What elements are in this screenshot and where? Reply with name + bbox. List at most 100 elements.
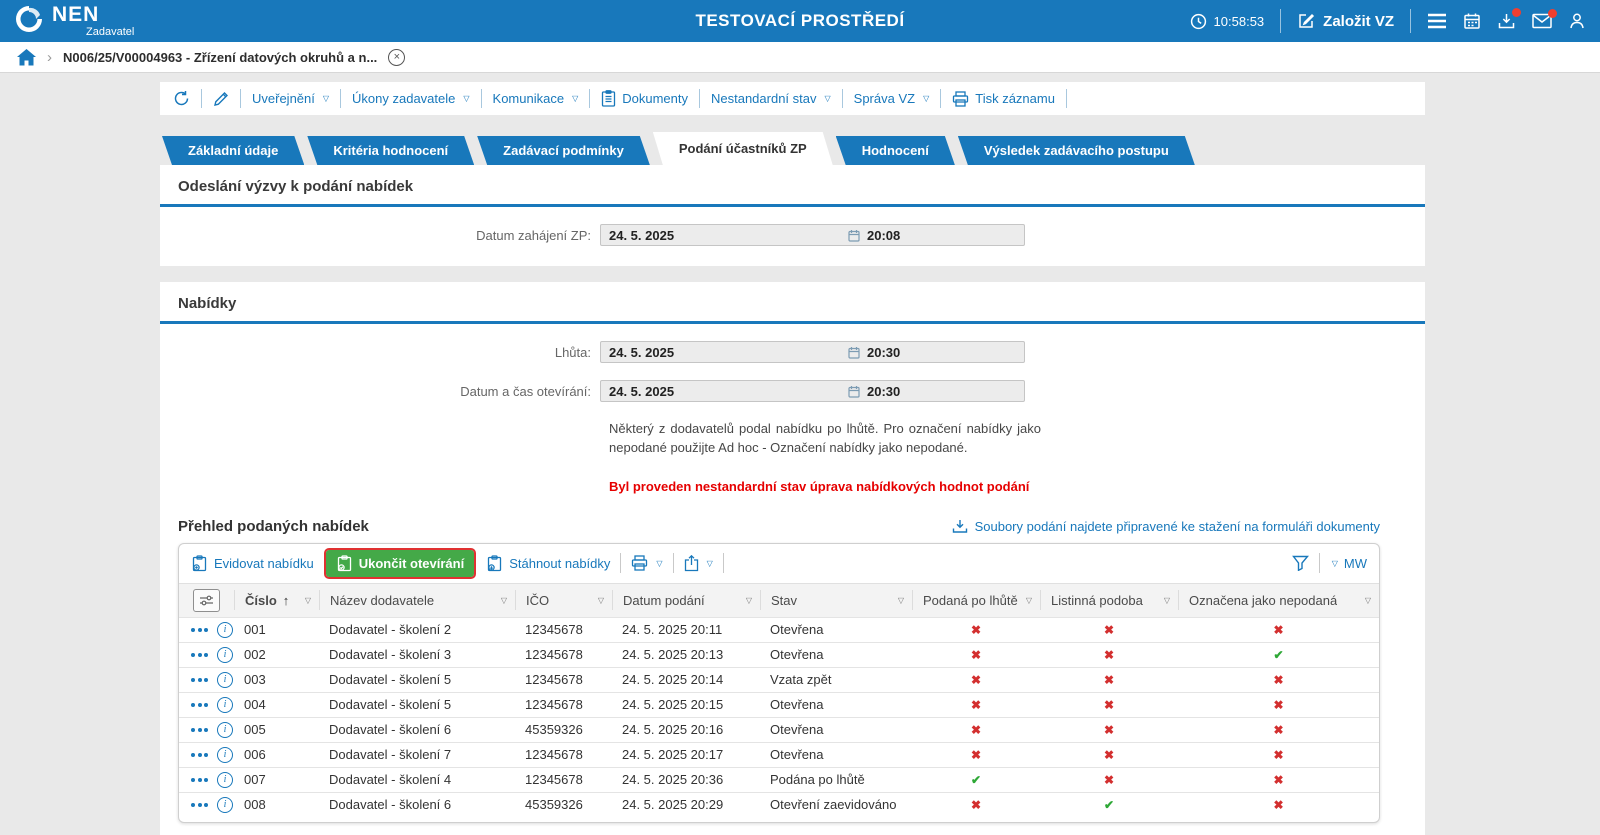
evidovat-nabidku-button[interactable]: Evidovat nabídku <box>191 555 314 572</box>
table-row[interactable]: i 005 Dodavatel - školení 6 45359326 24.… <box>179 716 1379 742</box>
brand-name: NEN <box>52 3 100 26</box>
table-row[interactable]: i 004 Dodavatel - školení 5 12345678 24.… <box>179 691 1379 717</box>
chevron-down-icon: ▽ <box>572 94 579 103</box>
header-nazev-dodavatele[interactable]: Název dodavatele ▽ <box>319 590 515 611</box>
print-table-button[interactable]: ▽ <box>631 555 663 571</box>
print-record-button[interactable]: Tisk záznamu <box>952 90 1055 107</box>
header-cislo[interactable]: Číslo ↑ ▽ <box>234 590 319 611</box>
tab-zakladni-udaje[interactable]: Základní údaje <box>162 136 304 165</box>
cell-listinna-podoba-mark: ✖ <box>1103 672 1115 687</box>
datum-oteviranni-input[interactable]: 24. 5. 2025 20:30 <box>600 380 1025 402</box>
header-ico[interactable]: IČO ▽ <box>515 590 612 611</box>
section-title: Odeslání výzvy k podání nabídek <box>160 165 1425 207</box>
info-icon[interactable]: i <box>217 671 233 688</box>
menu-ukony-zadavatele[interactable]: Úkony zadavatele ▽ <box>352 91 470 106</box>
info-icon[interactable]: i <box>217 696 233 713</box>
column-settings-icon[interactable] <box>193 588 220 612</box>
datum-zahajeni-input[interactable]: 24. 5. 2025 20:08 <box>600 224 1025 246</box>
filter-caret-icon[interactable]: ▽ <box>1365 596 1371 605</box>
tab-kriteria-hodnoceni[interactable]: Kritéria hodnocení <box>307 136 474 165</box>
cell-stav: Otevření zaevidováno <box>770 797 897 813</box>
cell-stav: Vzata zpět <box>770 672 832 688</box>
edit-pencil-button[interactable] <box>213 91 229 107</box>
nen-logo[interactable]: NEN Zadavatel <box>14 4 134 38</box>
info-icon[interactable]: i <box>217 721 233 738</box>
menu-dokumenty[interactable]: Dokumenty <box>601 90 688 107</box>
table-row[interactable]: i 003 Dodavatel - školení 5 12345678 24.… <box>179 666 1379 692</box>
info-icon[interactable]: i <box>217 771 233 788</box>
tab-zadavaci-podminky[interactable]: Zadávací podmínky <box>477 136 650 165</box>
menu-nestandardni-stav[interactable]: Nestandardní stav ▽ <box>711 91 831 106</box>
filter-caret-icon[interactable]: ▽ <box>305 596 311 605</box>
cell-podana-po-lhute-mark: ✖ <box>970 797 982 812</box>
filter-caret-icon[interactable]: ▽ <box>598 596 604 605</box>
row-actions-icon[interactable] <box>191 627 208 632</box>
table-row[interactable]: i 006 Dodavatel - školení 7 12345678 24.… <box>179 741 1379 767</box>
filter-caret-icon[interactable]: ▽ <box>1164 596 1170 605</box>
close-record-icon[interactable]: × <box>388 48 406 66</box>
row-actions-icon[interactable] <box>191 752 208 757</box>
downloads-badge <box>1512 8 1521 17</box>
tab-hodnoceni[interactable]: Hodnocení <box>836 136 955 165</box>
table-row[interactable]: i 002 Dodavatel - školení 3 12345678 24.… <box>179 641 1379 667</box>
tab-podani-ucastniku-zp[interactable]: Podání účastníků ZP <box>653 132 833 165</box>
divider <box>240 89 241 108</box>
header-podana-po-lhute[interactable]: Podaná po lhůtě ▽ <box>912 590 1040 611</box>
divider <box>1280 9 1282 33</box>
table-row[interactable]: i 008 Dodavatel - školení 6 45359326 24.… <box>179 791 1379 817</box>
cell-ico: 12345678 <box>525 622 583 638</box>
info-icon[interactable]: i <box>217 646 233 663</box>
filter-caret-icon[interactable]: ▽ <box>898 596 904 605</box>
download-icon <box>952 519 968 534</box>
info-icon[interactable]: i <box>217 621 233 638</box>
row-actions-icon[interactable] <box>191 652 208 657</box>
date-value: 24. 5. 2025 <box>609 227 675 243</box>
header-listinna-podoba[interactable]: Listinná podoba ▽ <box>1040 590 1178 611</box>
cell-nazev-dodavatele: Dodavatel - školení 5 <box>329 697 452 713</box>
ukoncit-oteviranni-button[interactable]: Ukončit otevírání <box>323 547 477 579</box>
cell-cislo: 006 <box>244 747 266 763</box>
nen-swirl-icon <box>14 4 44 34</box>
messages-button[interactable] <box>1532 9 1557 29</box>
create-vz-button[interactable]: Založit VZ <box>1297 12 1394 30</box>
table-row[interactable]: i 007 Dodavatel - školení 4 12345678 24.… <box>179 766 1379 792</box>
header-datum-podani[interactable]: Datum podání ▽ <box>612 590 760 611</box>
time-value: 20:30 <box>867 344 901 360</box>
export-button[interactable]: ▽ <box>684 554 713 572</box>
lhuta-input[interactable]: 24. 5. 2025 20:30 <box>600 341 1025 363</box>
view-selector-mw[interactable]: ▽ MW <box>1330 556 1367 571</box>
downloads-button[interactable] <box>1497 8 1521 30</box>
field-label-datum-oteviranni: Datum a čas otevírání: <box>460 383 591 399</box>
filter-button[interactable] <box>1291 555 1309 572</box>
header-oznacena-jako-nepodana[interactable]: Označena jako nepodaná ▽ <box>1178 590 1379 611</box>
submission-files-link[interactable]: Soubory podání najdete připravené ke sta… <box>952 519 1380 534</box>
refresh-button[interactable] <box>173 90 190 107</box>
info-icon[interactable]: i <box>217 796 233 813</box>
column-settings-button[interactable] <box>179 588 234 612</box>
menu-komunikace[interactable]: Komunikace ▽ <box>493 91 579 106</box>
tab-vysledek-zadavaciho-postupu[interactable]: Výsledek zadávacího postupu <box>958 136 1195 165</box>
row-actions-icon[interactable] <box>191 677 208 682</box>
divider <box>722 553 724 574</box>
row-actions-icon[interactable] <box>191 702 208 707</box>
home-icon[interactable] <box>17 48 36 66</box>
menu-button[interactable] <box>1427 13 1447 29</box>
breadcrumb-record-title[interactable]: N006/25/V00004963 - Zřízení datových okr… <box>63 50 377 65</box>
user-profile-button[interactable] <box>1568 12 1586 30</box>
row-actions-icon[interactable] <box>191 727 208 732</box>
stahnout-nabidky-button[interactable]: Stáhnout nabídky <box>486 555 610 572</box>
header-stav[interactable]: Stav ▽ <box>760 590 912 611</box>
filter-caret-icon[interactable]: ▽ <box>1026 596 1032 605</box>
table-row[interactable]: i 001 Dodavatel - školení 2 12345678 24.… <box>179 616 1379 642</box>
calendar-button[interactable] <box>1463 12 1481 30</box>
cell-oznacena-nepodana-mark: ✖ <box>1273 722 1284 737</box>
row-actions-icon[interactable] <box>191 777 208 782</box>
filter-caret-icon[interactable]: ▽ <box>501 596 507 605</box>
cell-stav: Otevřena <box>770 647 824 663</box>
row-actions-icon[interactable] <box>191 802 208 807</box>
record-tabs: Základní údaje Kritéria hodnocení Zadáva… <box>160 132 1425 165</box>
menu-sprava-vz[interactable]: Správa VZ ▽ <box>854 91 930 106</box>
filter-caret-icon[interactable]: ▽ <box>746 596 752 605</box>
menu-uverejneni[interactable]: Uveřejnění ▽ <box>252 91 329 106</box>
info-icon[interactable]: i <box>217 746 233 763</box>
